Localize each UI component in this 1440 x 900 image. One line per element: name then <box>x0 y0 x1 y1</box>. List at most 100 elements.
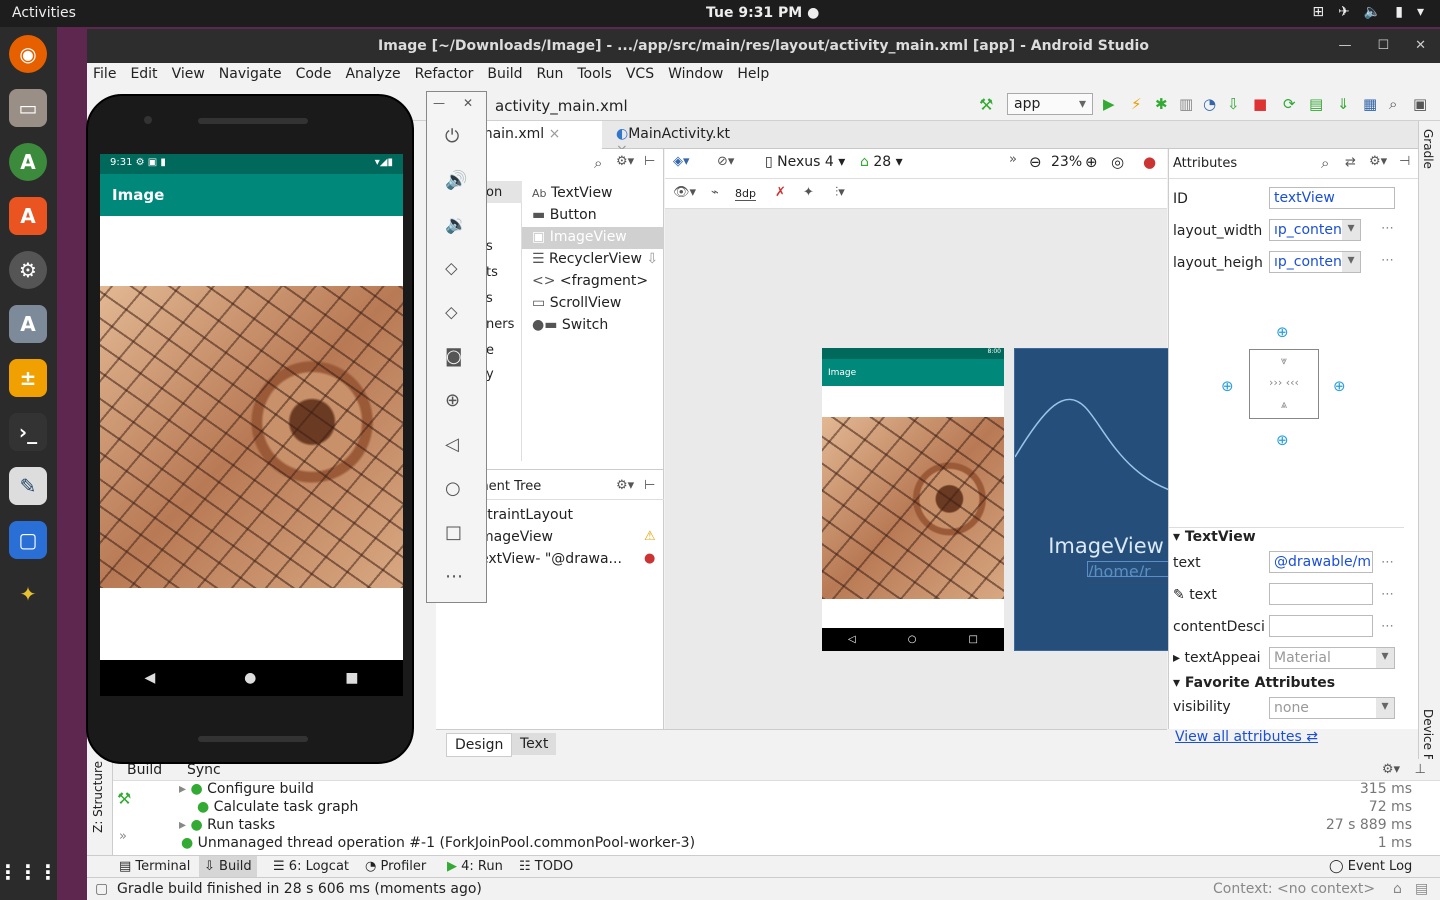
rotate-left-icon[interactable]: ⬦ <box>445 258 458 279</box>
volume-down-icon[interactable]: 🔉 <box>445 214 467 235</box>
zoom-out-icon[interactable]: ⊖ <box>1029 153 1042 171</box>
software-updater-icon[interactable]: A <box>9 305 47 343</box>
menu-edit[interactable]: Edit <box>124 63 165 87</box>
run-tool-button[interactable]: ▶ 4: Run <box>447 859 503 874</box>
menu-view[interactable]: View <box>166 63 213 87</box>
software-center-icon[interactable]: A <box>9 197 47 235</box>
orientation-icon[interactable]: ⊘▾ <box>717 154 734 169</box>
design-mode-icon[interactable]: ◈▾ <box>673 154 690 169</box>
screenshot-icon[interactable]: ▢ <box>9 521 47 559</box>
text-editor-icon[interactable]: ✎ <box>9 467 47 505</box>
zoom-in-icon[interactable]: ⊕ <box>1085 153 1098 171</box>
tree-item-imageview[interactable]: mageView <box>480 529 553 545</box>
more-icon[interactable]: ⋯ <box>1381 555 1394 570</box>
align-icon[interactable]: ⫶▾ <box>835 185 845 200</box>
expand-icon[interactable]: » <box>119 829 127 844</box>
menu-tools[interactable]: Tools <box>571 63 620 87</box>
debug-icon[interactable]: ✱ <box>1155 95 1168 113</box>
profiler-tool-button[interactable]: ◔ Profiler <box>365 859 426 874</box>
cleaner-icon[interactable]: ✦ <box>9 575 47 613</box>
content-description-field[interactable] <box>1269 615 1373 637</box>
memory-icon[interactable]: ▤ <box>1415 881 1428 897</box>
text-appearance-select[interactable]: Material ▾ <box>1269 647 1395 669</box>
sync-gradle-icon[interactable]: ⟳ <box>1283 95 1296 113</box>
menu-navigate[interactable]: Navigate <box>213 63 290 87</box>
menu-window[interactable]: Window <box>662 63 731 87</box>
tab-text[interactable]: Text <box>512 733 557 755</box>
hide-panel-icon[interactable]: ⊥ <box>1415 762 1426 777</box>
battery-icon[interactable]: ▮ <box>1395 4 1403 20</box>
back-icon[interactable]: ◀ <box>144 670 155 686</box>
menu-analyze[interactable]: Analyze <box>339 63 408 87</box>
category-legacy[interactable]: y <box>486 367 494 382</box>
airplane-icon[interactable]: ✈ <box>1338 4 1350 20</box>
coverage-icon[interactable]: ▥ <box>1179 95 1193 113</box>
activities-button[interactable]: Activities <box>12 5 76 21</box>
download-icon[interactable]: ⇩ <box>646 251 658 267</box>
close-icon[interactable]: ✕ <box>463 96 473 110</box>
recents-icon[interactable]: ■ <box>345 670 358 686</box>
power-icon[interactable]: ⏻ <box>445 126 459 147</box>
volume-icon[interactable]: 🔈 <box>1364 4 1381 20</box>
preview-image[interactable] <box>822 417 1004 599</box>
palette-item-textview[interactable]: Ab TextView <box>532 185 613 201</box>
tree-item-textview[interactable]: extView- "@drawa... <box>480 551 630 567</box>
make-project-icon[interactable]: ⚒ <box>979 95 993 114</box>
back-icon[interactable]: ◁ <box>445 434 459 455</box>
emulator-screen[interactable]: 9:31 ⚙ ▣ ▮ ▾◢▮ Image ◀ ● ■ <box>100 154 403 696</box>
palette-item-button[interactable]: ▬ Button <box>532 207 597 223</box>
text-appearance-label[interactable]: ▸ textAppeai <box>1173 650 1261 666</box>
screenshot-icon[interactable]: ◙ <box>445 346 462 367</box>
panel-toggle-icon[interactable]: ▢ <box>95 881 108 897</box>
profile-icon[interactable]: ◔ <box>1203 95 1216 113</box>
category-containers[interactable]: e <box>486 343 494 358</box>
menu-build[interactable]: Build <box>481 63 530 87</box>
menu-help[interactable]: Help <box>731 63 777 87</box>
rotate-right-icon[interactable]: ⬦ <box>445 302 458 323</box>
text-field[interactable]: @drawable/m <box>1269 551 1373 573</box>
palette-item-switch[interactable]: ●▬ Switch <box>532 317 608 333</box>
more-icon[interactable]: ⋯ <box>1381 619 1394 634</box>
textview-section-header[interactable]: ▾ TextView <box>1173 529 1256 545</box>
palette-item-imageview[interactable]: ▣ ImageView <box>522 227 664 249</box>
palette-item-scrollview[interactable]: ▭ ScrollView <box>532 295 621 311</box>
menu-refactor[interactable]: Refactor <box>409 63 482 87</box>
hide-panel-icon[interactable]: ⊢ <box>644 478 655 493</box>
minimize-icon[interactable]: — <box>1338 38 1351 53</box>
default-margin[interactable]: 8dp <box>735 187 756 201</box>
search-icon[interactable]: ⌕ <box>594 154 602 172</box>
tab-design[interactable]: Design <box>446 733 513 757</box>
infer-constraints-icon[interactable]: ✦ <box>803 185 814 200</box>
settings-icon[interactable]: ⚙ <box>9 251 47 289</box>
run-icon[interactable]: ▶ <box>1103 95 1115 113</box>
tab-sync[interactable]: Sync <box>187 762 221 778</box>
avd-manager-icon[interactable]: ▤ <box>1309 95 1323 113</box>
add-top-constraint-icon[interactable]: ⊕ <box>1276 323 1289 341</box>
run-config-select[interactable]: app ▾ <box>1007 93 1093 115</box>
gear-icon[interactable]: ⚙▾ <box>616 478 634 493</box>
breadcrumb[interactable]: activity_main.xml <box>495 97 628 115</box>
search-icon[interactable]: ⌕ <box>1321 154 1329 172</box>
gradle-tool-button[interactable]: Gradle <box>1421 129 1435 169</box>
hide-panel-icon[interactable]: ⊢ <box>644 154 655 169</box>
add-bottom-constraint-icon[interactable]: ⊕ <box>1276 431 1289 449</box>
view-options-icon[interactable]: 👁▾ <box>673 185 696 200</box>
build-row[interactable]: ▸ ● Configure build <box>179 781 314 797</box>
error-icon[interactable]: ● <box>644 551 655 566</box>
category-text[interactable]: s <box>486 239 493 254</box>
gear-icon[interactable]: ⚙▾ <box>1382 762 1400 777</box>
view-all-attributes-link[interactable]: View all attributes ⇄ <box>1175 729 1318 745</box>
build-hammer-icon[interactable]: ⚒ <box>117 789 131 808</box>
zoom-icon[interactable]: ⊕ <box>445 390 460 411</box>
add-left-constraint-icon[interactable]: ⊕ <box>1221 377 1234 395</box>
project-structure-icon[interactable]: ▦ <box>1363 95 1377 113</box>
warning-icon[interactable]: ⚠ <box>644 529 656 544</box>
stop-icon[interactable]: ■ <box>1253 95 1267 113</box>
device-select[interactable]: ▯ Nexus 4 ▾ <box>765 154 845 170</box>
zoom-fit-icon[interactable]: ◎ <box>1111 153 1124 171</box>
more-icon[interactable]: ⋯ <box>445 566 463 587</box>
close-icon[interactable]: ✕ <box>1415 38 1426 53</box>
build-tool-button[interactable]: ⇩ Build <box>199 856 257 877</box>
menu-vcs[interactable]: VCS <box>620 63 662 87</box>
search-icon[interactable]: ⌕ <box>1389 95 1397 113</box>
